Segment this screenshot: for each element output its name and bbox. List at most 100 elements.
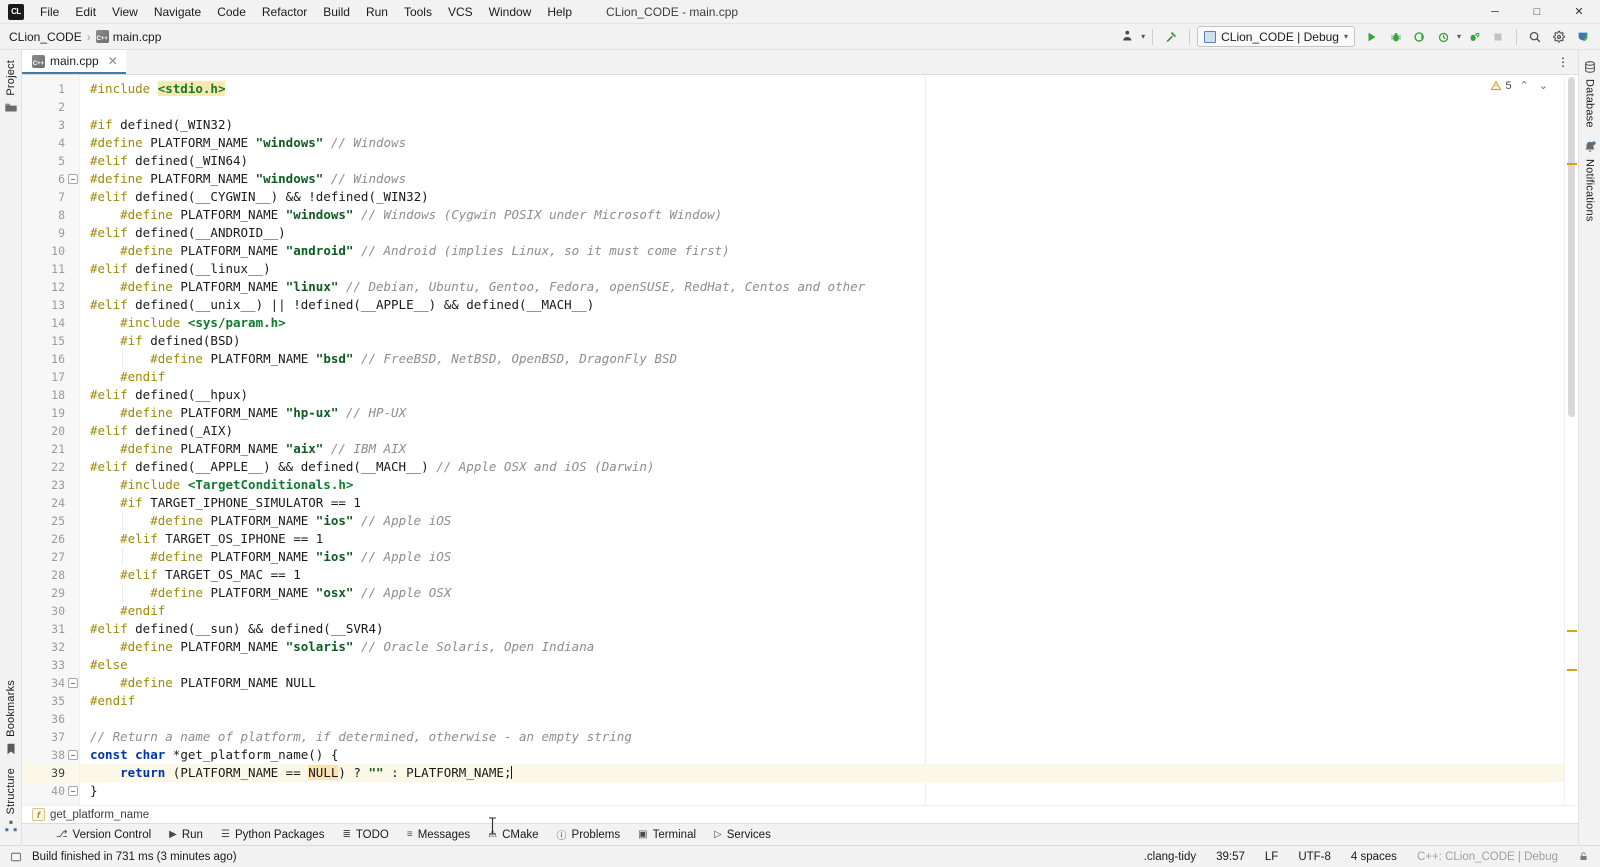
tool-window-messages[interactable]: ≡ Messages: [399, 827, 478, 843]
search-everywhere-icon[interactable]: [1524, 26, 1546, 48]
code-line[interactable]: #endif: [80, 368, 1564, 386]
settings-gear-icon[interactable]: [1548, 26, 1570, 48]
code-line[interactable]: const char *get_platform_name() {: [80, 746, 1564, 764]
line-number[interactable]: 12: [22, 278, 79, 296]
line-number[interactable]: 19: [22, 404, 79, 422]
menu-item-run[interactable]: Run: [358, 2, 396, 22]
line-number[interactable]: 11: [22, 260, 79, 278]
tool-window-services[interactable]: ▷ Services: [706, 827, 779, 843]
code-line[interactable]: #define PLATFORM_NAME "bsd" // FreeBSD, …: [80, 350, 1564, 368]
code-line[interactable]: #if defined(BSD): [80, 332, 1564, 350]
menu-item-tools[interactable]: Tools: [396, 2, 440, 22]
code-line[interactable]: #endif: [80, 602, 1564, 620]
line-number[interactable]: 26: [22, 530, 79, 548]
code-line[interactable]: }: [80, 782, 1564, 800]
stop-button[interactable]: [1487, 26, 1509, 48]
tool-window-terminal[interactable]: ▣ Terminal: [630, 827, 704, 843]
structure-breadcrumb[interactable]: f get_platform_name: [22, 805, 1578, 823]
tool-window-todo[interactable]: ≣ TODO: [334, 827, 396, 843]
line-number[interactable]: 34: [22, 674, 79, 692]
close-icon[interactable]: ✕: [108, 54, 118, 68]
line-number[interactable]: 33: [22, 656, 79, 674]
menu-item-window[interactable]: Window: [481, 2, 540, 22]
encoding-widget[interactable]: UTF-8: [1295, 849, 1334, 865]
maximize-button[interactable]: □: [1516, 0, 1558, 24]
sidebar-item-structure[interactable]: Structure: [2, 762, 20, 839]
line-number[interactable]: 5: [22, 152, 79, 170]
caret-position-widget[interactable]: 39:57: [1213, 849, 1248, 865]
code-line[interactable]: #include <sys/param.h>: [80, 314, 1564, 332]
code-line[interactable]: #define PLATFORM_NAME "hp-ux" // HP-UX: [80, 404, 1564, 422]
code-line[interactable]: [80, 98, 1564, 116]
line-number[interactable]: 2: [22, 98, 79, 116]
line-number[interactable]: 40: [22, 782, 79, 800]
tool-window-version-control[interactable]: ⎇ Version Control: [48, 827, 159, 843]
build-status-message[interactable]: Build finished in 731 ms (3 minutes ago): [29, 849, 240, 865]
menu-item-build[interactable]: Build: [315, 2, 358, 22]
more-options-icon[interactable]: ⋮: [1552, 51, 1574, 73]
fold-marker-icon[interactable]: [68, 786, 78, 796]
tool-window-run[interactable]: ▶ Run: [161, 827, 211, 843]
prev-problem-icon[interactable]: ⌃: [1518, 79, 1531, 92]
line-number[interactable]: 10: [22, 242, 79, 260]
code-line[interactable]: #define PLATFORM_NAME "ios" // Apple iOS: [80, 548, 1564, 566]
menu-item-refactor[interactable]: Refactor: [254, 2, 315, 22]
code-line[interactable]: #elif defined(_AIX): [80, 422, 1564, 440]
code-line[interactable]: #define PLATFORM_NAME "ios" // Apple iOS: [80, 512, 1564, 530]
run-button[interactable]: [1361, 26, 1383, 48]
line-number[interactable]: 25: [22, 512, 79, 530]
line-number[interactable]: 14: [22, 314, 79, 332]
line-number[interactable]: 4: [22, 134, 79, 152]
code-line[interactable]: #define PLATFORM_NAME NULL: [80, 674, 1564, 692]
fold-marker-icon[interactable]: [68, 174, 78, 184]
code-line[interactable]: #define PLATFORM_NAME "android" // Andro…: [80, 242, 1564, 260]
menu-item-vcs[interactable]: VCS: [440, 2, 481, 22]
line-number[interactable]: 27: [22, 548, 79, 566]
code-line[interactable]: #define PLATFORM_NAME "linux" // Debian,…: [80, 278, 1564, 296]
code-line[interactable]: #elif defined(__unix__) || !defined(__AP…: [80, 296, 1564, 314]
account-icon[interactable]: [1572, 26, 1594, 48]
scrollbar-warning-marker[interactable]: [1567, 163, 1577, 165]
line-number[interactable]: 24: [22, 494, 79, 512]
scrollbar-warning-marker[interactable]: [1567, 630, 1577, 632]
build-hammer-icon[interactable]: [1160, 26, 1182, 48]
line-number[interactable]: 1: [22, 80, 79, 98]
code-line[interactable]: #define PLATFORM_NAME "windows" // Windo…: [80, 134, 1564, 152]
fold-marker-icon[interactable]: [68, 750, 78, 760]
run-configuration-selector[interactable]: CLion_CODE | Debug ▾: [1197, 26, 1355, 47]
line-number[interactable]: 16: [22, 350, 79, 368]
line-number[interactable]: 3: [22, 116, 79, 134]
code-line[interactable]: #elif defined(__ANDROID__): [80, 224, 1564, 242]
line-number[interactable]: 23: [22, 476, 79, 494]
sidebar-item-notifications[interactable]: Notifications: [1581, 134, 1599, 228]
profile-caret-icon[interactable]: ▾: [1457, 32, 1461, 41]
debug-button[interactable]: [1385, 26, 1407, 48]
line-number-gutter[interactable]: 1 2 3 4 5 6 7 8 9 10 11 12 13 14 15 16 17 18 19 20 21 22 23 24 2…: [22, 75, 80, 805]
code-line[interactable]: #endif: [80, 692, 1564, 710]
fold-marker-icon[interactable]: [68, 678, 78, 688]
code-line[interactable]: #elif defined(__CYGWIN__) && !defined(_W…: [80, 188, 1564, 206]
language-config-widget[interactable]: C++: CLion_CODE | Debug: [1414, 849, 1561, 865]
attach-to-process-button[interactable]: [1463, 26, 1485, 48]
line-number[interactable]: 31: [22, 620, 79, 638]
minimize-button[interactable]: ─: [1474, 0, 1516, 24]
code-line[interactable]: #include <TargetConditionals.h>: [80, 476, 1564, 494]
line-number[interactable]: 29: [22, 584, 79, 602]
code-editor[interactable]: 1 2 3 4 5 6 7 8 9 10 11 12 13 14 15 16 17 18 19 20 21 22 23 24 2…: [22, 75, 1578, 835]
code-line[interactable]: #elif defined(_WIN64): [80, 152, 1564, 170]
menu-item-edit[interactable]: Edit: [67, 2, 104, 22]
line-number[interactable]: 22: [22, 458, 79, 476]
close-button[interactable]: ✕: [1558, 0, 1600, 24]
line-number[interactable]: 36: [22, 710, 79, 728]
sidebar-item-bookmarks[interactable]: Bookmarks: [2, 674, 20, 762]
editor-scrollbar[interactable]: [1564, 75, 1578, 805]
code-line[interactable]: #elif defined(__sun) && defined(__SVR4): [80, 620, 1564, 638]
code-line[interactable]: #else: [80, 656, 1564, 674]
line-number[interactable]: 7: [22, 188, 79, 206]
code-line[interactable]: #include <stdio.h>: [80, 80, 1564, 98]
inspections-widget[interactable]: 5 ⌃ ⌄: [1490, 79, 1550, 92]
sidebar-item-project[interactable]: Project: [2, 54, 20, 121]
code-line[interactable]: #elif TARGET_OS_IPHONE == 1: [80, 530, 1564, 548]
warning-triangle-icon[interactable]: 5: [1490, 80, 1512, 92]
code-text[interactable]: #include <stdio.h> #if defined(_WIN32) #de…: [80, 75, 1564, 805]
